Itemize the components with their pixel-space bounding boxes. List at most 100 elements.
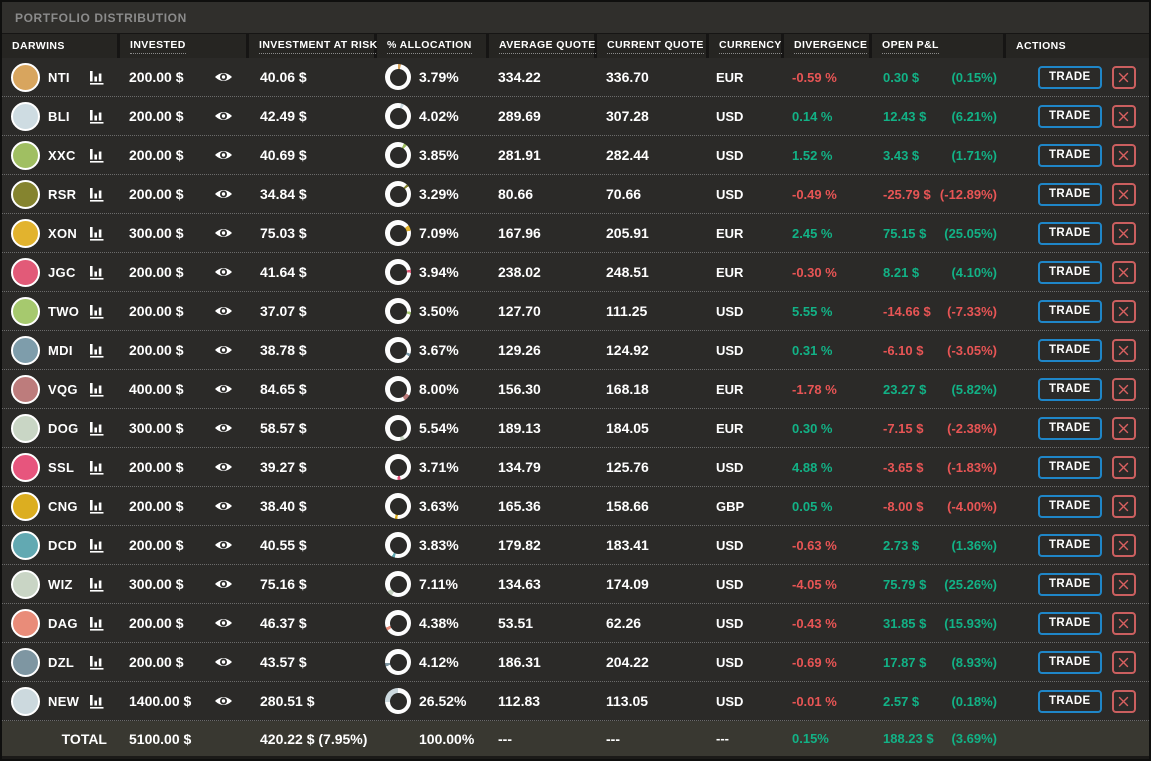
eye-icon[interactable] [214, 422, 233, 434]
bar-chart-icon[interactable] [89, 148, 106, 163]
header-label[interactable]: AVERAGE QUOTE [499, 39, 596, 54]
close-position-button[interactable] [1112, 573, 1136, 596]
darwin-ticker[interactable]: DZL [48, 655, 74, 670]
close-position-button[interactable] [1112, 417, 1136, 440]
darwin-ticker[interactable]: RSR [48, 187, 76, 202]
darwin-avatar[interactable] [11, 648, 40, 677]
darwin-avatar[interactable] [11, 102, 40, 131]
trade-button[interactable]: TRADE [1038, 183, 1102, 206]
darwin-avatar[interactable] [11, 570, 40, 599]
close-position-button[interactable] [1112, 534, 1136, 557]
darwin-avatar[interactable] [11, 492, 40, 521]
trade-button[interactable]: TRADE [1038, 495, 1102, 518]
bar-chart-icon[interactable] [89, 616, 106, 631]
header-label[interactable]: DIVERGENCE [794, 39, 867, 54]
bar-chart-icon[interactable] [89, 694, 106, 709]
close-position-button[interactable] [1112, 612, 1136, 635]
trade-button[interactable]: TRADE [1038, 300, 1102, 323]
eye-icon[interactable] [214, 71, 233, 83]
darwin-ticker[interactable]: JGC [48, 265, 76, 280]
bar-chart-icon[interactable] [89, 343, 106, 358]
eye-icon[interactable] [214, 500, 233, 512]
close-position-button[interactable] [1112, 300, 1136, 323]
darwin-avatar[interactable] [11, 336, 40, 365]
darwin-avatar[interactable] [11, 297, 40, 326]
darwin-ticker[interactable]: NTI [48, 70, 70, 85]
trade-button[interactable]: TRADE [1038, 222, 1102, 245]
darwin-avatar[interactable] [11, 180, 40, 209]
darwin-avatar[interactable] [11, 219, 40, 248]
header-label[interactable]: OPEN P&L [882, 39, 939, 54]
eye-icon[interactable] [214, 266, 233, 278]
trade-button[interactable]: TRADE [1038, 378, 1102, 401]
darwin-ticker[interactable]: SSL [48, 460, 74, 475]
darwin-avatar[interactable] [11, 375, 40, 404]
close-position-button[interactable] [1112, 183, 1136, 206]
bar-chart-icon[interactable] [89, 421, 106, 436]
close-position-button[interactable] [1112, 378, 1136, 401]
bar-chart-icon[interactable] [89, 577, 106, 592]
darwin-avatar[interactable] [11, 414, 40, 443]
darwin-ticker[interactable]: BLI [48, 109, 70, 124]
darwin-ticker[interactable]: XON [48, 226, 77, 241]
trade-button[interactable]: TRADE [1038, 105, 1102, 128]
bar-chart-icon[interactable] [89, 304, 106, 319]
darwin-avatar[interactable] [11, 141, 40, 170]
eye-icon[interactable] [214, 656, 233, 668]
eye-icon[interactable] [214, 110, 233, 122]
eye-icon[interactable] [214, 617, 233, 629]
darwin-ticker[interactable]: VQG [48, 382, 78, 397]
darwin-ticker[interactable]: MDI [48, 343, 73, 358]
close-position-button[interactable] [1112, 456, 1136, 479]
darwin-avatar[interactable] [11, 258, 40, 287]
eye-icon[interactable] [214, 149, 233, 161]
eye-icon[interactable] [214, 695, 233, 707]
bar-chart-icon[interactable] [89, 538, 106, 553]
eye-icon[interactable] [214, 461, 233, 473]
eye-icon[interactable] [214, 539, 233, 551]
eye-icon[interactable] [214, 188, 233, 200]
trade-button[interactable]: TRADE [1038, 651, 1102, 674]
close-position-button[interactable] [1112, 105, 1136, 128]
eye-icon[interactable] [214, 578, 233, 590]
darwin-ticker[interactable]: CNG [48, 499, 78, 514]
trade-button[interactable]: TRADE [1038, 417, 1102, 440]
trade-button[interactable]: TRADE [1038, 612, 1102, 635]
bar-chart-icon[interactable] [89, 460, 106, 475]
header-label[interactable]: % ALLOCATION [387, 39, 472, 54]
trade-button[interactable]: TRADE [1038, 339, 1102, 362]
bar-chart-icon[interactable] [89, 226, 106, 241]
close-position-button[interactable] [1112, 144, 1136, 167]
darwin-ticker[interactable]: NEW [48, 694, 79, 709]
darwin-ticker[interactable]: DAG [48, 616, 78, 631]
darwin-avatar[interactable] [11, 63, 40, 92]
darwin-avatar[interactable] [11, 687, 40, 716]
darwin-avatar[interactable] [11, 453, 40, 482]
close-position-button[interactable] [1112, 339, 1136, 362]
darwin-ticker[interactable]: DCD [48, 538, 77, 553]
eye-icon[interactable] [214, 344, 233, 356]
darwin-ticker[interactable]: WIZ [48, 577, 73, 592]
close-position-button[interactable] [1112, 495, 1136, 518]
trade-button[interactable]: TRADE [1038, 144, 1102, 167]
darwin-ticker[interactable]: DOG [48, 421, 79, 436]
close-position-button[interactable] [1112, 222, 1136, 245]
eye-icon[interactable] [214, 305, 233, 317]
trade-button[interactable]: TRADE [1038, 261, 1102, 284]
trade-button[interactable]: TRADE [1038, 456, 1102, 479]
eye-icon[interactable] [214, 227, 233, 239]
eye-icon[interactable] [214, 383, 233, 395]
trade-button[interactable]: TRADE [1038, 66, 1102, 89]
bar-chart-icon[interactable] [89, 109, 106, 124]
bar-chart-icon[interactable] [89, 382, 106, 397]
darwin-ticker[interactable]: TWO [48, 304, 79, 319]
close-position-button[interactable] [1112, 261, 1136, 284]
header-label[interactable]: CURRENCY [719, 39, 782, 54]
header-label[interactable]: INVESTMENT AT RISK [259, 39, 378, 54]
bar-chart-icon[interactable] [89, 70, 106, 85]
darwin-avatar[interactable] [11, 609, 40, 638]
trade-button[interactable]: TRADE [1038, 573, 1102, 596]
close-position-button[interactable] [1112, 66, 1136, 89]
header-label[interactable]: INVESTED [130, 39, 186, 54]
trade-button[interactable]: TRADE [1038, 690, 1102, 713]
